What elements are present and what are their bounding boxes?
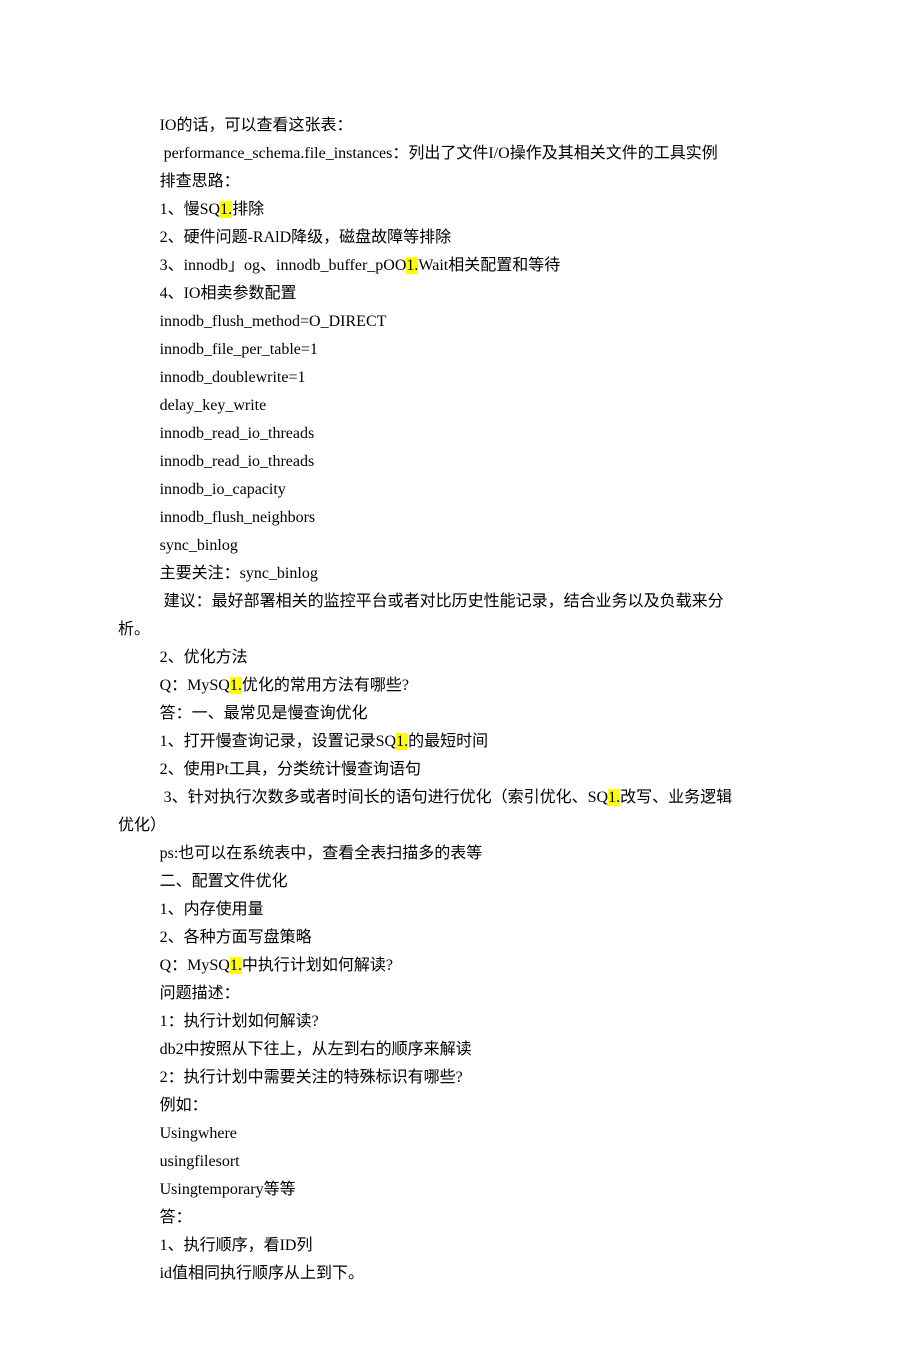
text-line: 3、针对执行次数多或者时间长的语句进行优化（索引优化、SQ1.改写、业务逻辑 (118, 784, 802, 812)
text-line: 答： (118, 1204, 802, 1232)
text-segment: innodb_doublewrite=1 (160, 369, 306, 386)
text-segment: 主要关注：sync_binlog (160, 565, 318, 582)
text-segment: IO的话，可以查看这张表： (160, 117, 353, 134)
text-segment: Q：MySQ (160, 957, 230, 974)
text-segment: 1、执行顺序，看ID列 (160, 1237, 313, 1254)
text-line: 2、优化方法 (118, 644, 802, 672)
text-line: 问题描述： (118, 980, 802, 1008)
text-line: 优化） (118, 812, 802, 840)
text-segment: 改写、业务逻辑 (620, 789, 732, 806)
text-segment: 例如： (160, 1097, 208, 1114)
text-segment: innodb_flush_method=O_DIRECT (160, 313, 387, 330)
text-line: innodb_io_capacity (118, 476, 802, 504)
text-segment: Usingwhere (160, 1125, 237, 1142)
text-segment: 2、优化方法 (160, 649, 248, 666)
text-line: innodb_flush_neighbors (118, 504, 802, 532)
text-line: 2、各种方面写盘策略 (118, 924, 802, 952)
document-body: IO的话，可以查看这张表： performance_schema.file_in… (118, 112, 802, 1288)
text-line: 2、硬件问题-RAlD降级，磁盘故障等排除 (118, 224, 802, 252)
text-segment: innodb_io_capacity (160, 481, 286, 498)
text-segment: Wait相关配置和等待 (418, 257, 560, 274)
text-segment: 的最短时间 (408, 733, 488, 750)
text-line: id值相同执行顺序从上到下。 (118, 1260, 802, 1288)
text-line: 1、内存使用量 (118, 896, 802, 924)
text-segment: innodb_read_io_threads (160, 453, 315, 470)
text-line: 例如： (118, 1092, 802, 1120)
text-line: ps:也可以在系统表中，查看全表扫描多的表等 (118, 840, 802, 868)
text-line: 主要关注：sync_binlog (118, 560, 802, 588)
text-line: innodb_read_io_threads (118, 420, 802, 448)
text-line: 建议：最好部署相关的监控平台或者对比历史性能记录，结合业务以及负载来分 (118, 588, 802, 616)
text-line: 析。 (118, 616, 802, 644)
text-line: 二、配置文件优化 (118, 868, 802, 896)
text-segment: delay_key_write (160, 397, 267, 414)
text-segment: 优化的常用方法有哪些? (242, 677, 409, 694)
text-segment: innodb_flush_neighbors (160, 509, 316, 526)
text-line: usingfilesort (118, 1148, 802, 1176)
text-segment: 2、使用Pt工具，分类统计慢查询语句 (160, 761, 421, 778)
highlighted-text: 1. (230, 677, 242, 694)
text-line: IO的话，可以查看这张表： (118, 112, 802, 140)
text-line: 1、慢SQ1.排除 (118, 196, 802, 224)
text-line: Q：MySQ1.优化的常用方法有哪些? (118, 672, 802, 700)
text-segment: 中执行计划如何解读? (242, 957, 393, 974)
text-segment: sync_binlog (160, 537, 238, 554)
text-line: Usingwhere (118, 1120, 802, 1148)
text-line: 2、使用Pt工具，分类统计慢查询语句 (118, 756, 802, 784)
text-line: innodb_read_io_threads (118, 448, 802, 476)
text-segment: 二、配置文件优化 (160, 873, 288, 890)
text-line: 1、执行顺序，看ID列 (118, 1232, 802, 1260)
text-segment: innodb_file_per_table=1 (160, 341, 318, 358)
highlighted-text: 1. (220, 201, 232, 218)
text-segment: 问题描述： (160, 985, 240, 1002)
text-segment: 1、内存使用量 (160, 901, 264, 918)
text-segment: id值相同执行顺序从上到下。 (160, 1265, 364, 1282)
text-segment: 排查思路： (160, 173, 240, 190)
text-segment: 优化） (118, 817, 166, 834)
text-segment: performance_schema.file_instances：列出了文件I… (160, 145, 718, 162)
text-segment: 2：执行计划中需要关注的特殊标识有哪些? (160, 1069, 463, 1086)
text-line: sync_binlog (118, 532, 802, 560)
text-segment: usingfilesort (160, 1153, 240, 1170)
text-segment: 1、打开慢查询记录，设置记录SQ (160, 733, 396, 750)
text-segment: ps:也可以在系统表中，查看全表扫描多的表等 (160, 845, 483, 862)
text-segment: 3、innodb」og、innodb_buffer_pOO (160, 257, 407, 274)
document-page: IO的话，可以查看这张表： performance_schema.file_in… (0, 0, 920, 1368)
text-segment: 1、慢SQ (160, 201, 220, 218)
text-line: 1、打开慢查询记录，设置记录SQ1.的最短时间 (118, 728, 802, 756)
text-line: 3、innodb」og、innodb_buffer_pOO1.Wait相关配置和… (118, 252, 802, 280)
text-segment: 析。 (118, 621, 150, 638)
text-segment: 答： (160, 1209, 192, 1226)
text-line: delay_key_write (118, 392, 802, 420)
text-line: innodb_file_per_table=1 (118, 336, 802, 364)
text-segment: Usingtemporary等等 (160, 1181, 296, 1198)
highlighted-text: 1. (608, 789, 620, 806)
text-segment: 排除 (232, 201, 264, 218)
text-segment: 答：一、最常见是慢查询优化 (160, 705, 368, 722)
text-line: Q：MySQ1.中执行计划如何解读? (118, 952, 802, 980)
highlighted-text: 1. (230, 957, 242, 974)
highlighted-text: 1. (396, 733, 408, 750)
text-line: 1：执行计划如何解读? (118, 1008, 802, 1036)
text-line: 4、IO相卖参数配置 (118, 280, 802, 308)
text-line: 排查思路： (118, 168, 802, 196)
text-segment: 2、硬件问题-RAlD降级，磁盘故障等排除 (160, 229, 452, 246)
text-segment: db2中按照从下往上，从左到右的顺序来解读 (160, 1041, 472, 1058)
text-segment: Q：MySQ (160, 677, 230, 694)
text-line: 2：执行计划中需要关注的特殊标识有哪些? (118, 1064, 802, 1092)
text-segment: 3、针对执行次数多或者时间长的语句进行优化（索引优化、SQ (160, 789, 608, 806)
text-segment: 1：执行计划如何解读? (160, 1013, 319, 1030)
text-segment: innodb_read_io_threads (160, 425, 315, 442)
text-line: Usingtemporary等等 (118, 1176, 802, 1204)
text-line: performance_schema.file_instances：列出了文件I… (118, 140, 802, 168)
text-segment: 2、各种方面写盘策略 (160, 929, 312, 946)
text-line: 答：一、最常见是慢查询优化 (118, 700, 802, 728)
text-segment: 建议：最好部署相关的监控平台或者对比历史性能记录，结合业务以及负载来分 (160, 593, 724, 610)
text-line: db2中按照从下往上，从左到右的顺序来解读 (118, 1036, 802, 1064)
text-segment: 4、IO相卖参数配置 (160, 285, 297, 302)
text-line: innodb_flush_method=O_DIRECT (118, 308, 802, 336)
highlighted-text: 1. (406, 257, 418, 274)
text-line: innodb_doublewrite=1 (118, 364, 802, 392)
